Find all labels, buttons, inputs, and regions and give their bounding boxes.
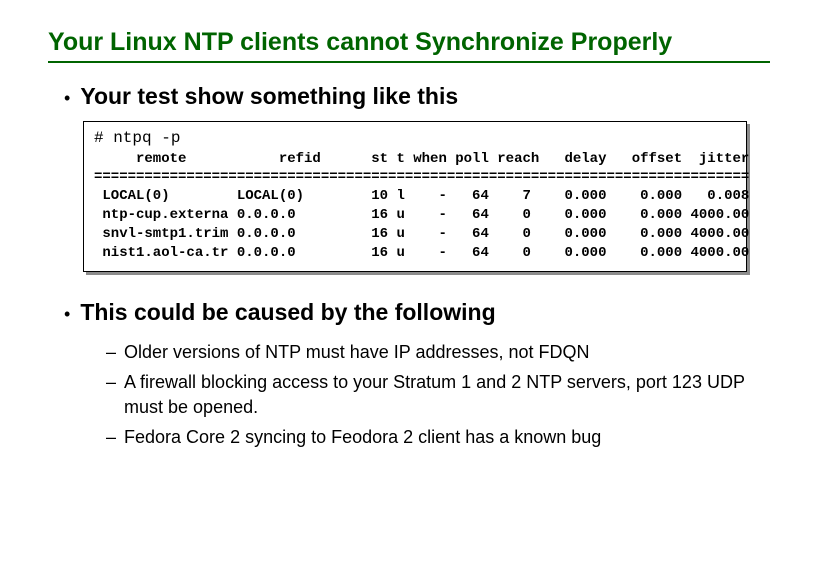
- ntpq-header: remote refid st t when poll reach delay …: [94, 151, 749, 167]
- page-title: Your Linux NTP clients cannot Synchroniz…: [48, 28, 770, 57]
- sub-dash: –: [106, 372, 116, 393]
- sub-dash: –: [106, 342, 116, 363]
- bullet-2: • This could be caused by the following: [64, 299, 770, 326]
- ntpq-separator: ========================================…: [94, 169, 749, 185]
- ntpq-row-3: nist1.aol-ca.tr 0.0.0.0 16 u - 64 0 0.00…: [94, 245, 749, 261]
- title-divider: [48, 61, 770, 63]
- sub-1: – Older versions of NTP must have IP add…: [106, 340, 770, 364]
- ntpq-row-2: snvl-smtp1.trim 0.0.0.0 16 u - 64 0 0.00…: [94, 226, 749, 242]
- sub-3: – Fedora Core 2 syncing to Feodora 2 cli…: [106, 425, 770, 449]
- bullet-dot: •: [64, 305, 70, 323]
- sub-2: – A firewall blocking access to your Str…: [106, 370, 770, 419]
- ntpq-row-1: ntp-cup.externa 0.0.0.0 16 u - 64 0 0.00…: [94, 207, 749, 223]
- terminal-shadow: # ntpq -p remote refid st t when poll re…: [86, 124, 750, 275]
- terminal-output: # ntpq -p remote refid st t when poll re…: [83, 121, 747, 272]
- sub-3-text: Fedora Core 2 syncing to Feodora 2 clien…: [124, 425, 601, 449]
- bullet-1-text: Your test show something like this: [80, 83, 458, 110]
- sub-dash: –: [106, 427, 116, 448]
- bullet-dot: •: [64, 89, 70, 107]
- sub-1-text: Older versions of NTP must have IP addre…: [124, 340, 590, 364]
- terminal-command: # ntpq -p: [94, 129, 180, 147]
- bullet-2-text: This could be caused by the following: [80, 299, 495, 326]
- sub-2-text: A firewall blocking access to your Strat…: [124, 370, 770, 419]
- ntpq-row-0: LOCAL(0) LOCAL(0) 10 l - 64 7 0.000 0.00…: [94, 188, 749, 204]
- bullet-1: • Your test show something like this: [64, 83, 770, 110]
